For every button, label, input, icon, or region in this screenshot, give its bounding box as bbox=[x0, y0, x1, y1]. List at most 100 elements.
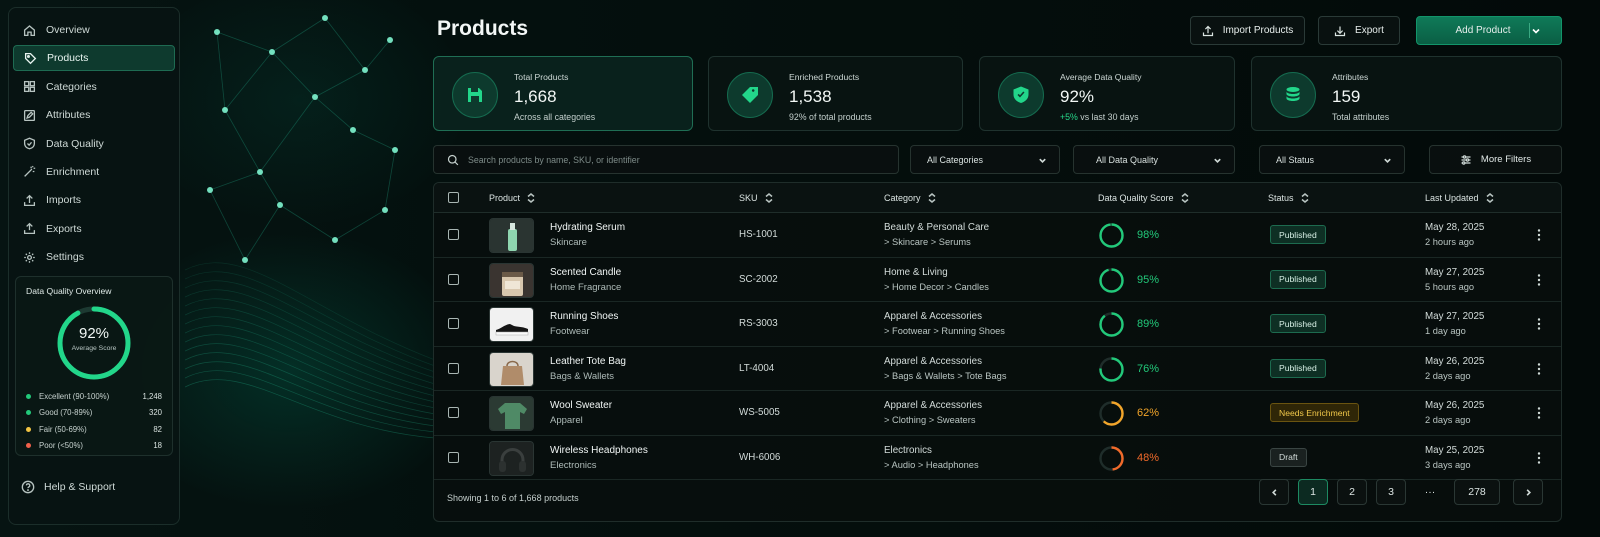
table-row[interactable]: Wool Sweater Apparel WS-5005 Apparel & Acce… bbox=[434, 391, 1561, 436]
network-wave bbox=[185, 316, 435, 397]
dq-score-ring: 92% Average Score bbox=[55, 304, 133, 382]
row-checkbox[interactable] bbox=[448, 362, 459, 374]
product-name[interactable]: Hydrating Serum bbox=[550, 222, 625, 233]
product-name[interactable]: Wireless Headphones bbox=[550, 445, 648, 456]
product-subcategory: Footwear bbox=[550, 326, 590, 337]
sidebar-item-imports[interactable]: Imports bbox=[13, 187, 175, 213]
row-checkbox[interactable] bbox=[448, 407, 459, 418]
more-vertical-icon[interactable] bbox=[1533, 227, 1545, 243]
network-wave bbox=[185, 379, 435, 439]
more-filters-button[interactable]: More Filters bbox=[1429, 145, 1562, 174]
column-header-status[interactable]: Status bbox=[1268, 193, 1309, 203]
quality-score-value: 95% bbox=[1137, 273, 1160, 286]
row-checkbox[interactable] bbox=[448, 451, 459, 463]
row-checkbox[interactable] bbox=[448, 318, 459, 329]
sidebar-item-settings[interactable]: Settings bbox=[13, 244, 175, 270]
network-node bbox=[387, 37, 393, 43]
stat-subtext: Across all categories bbox=[514, 112, 596, 122]
stat-value: 92% bbox=[1060, 87, 1095, 106]
more-vertical-icon[interactable] bbox=[1533, 450, 1545, 466]
status-select-value: All Status bbox=[1276, 154, 1315, 165]
network-node bbox=[277, 202, 283, 208]
column-header-last-updated[interactable]: Last Updated bbox=[1425, 193, 1494, 203]
product-name[interactable]: Wool Sweater bbox=[550, 400, 612, 411]
next-page-button[interactable] bbox=[1513, 479, 1543, 505]
stat-card-total-products[interactable]: Total Products 1,668 Across all categori… bbox=[433, 56, 693, 131]
sidebar-item-label: Enrichment bbox=[46, 165, 100, 178]
column-header-product[interactable]: Product bbox=[489, 193, 535, 203]
more-vertical-icon[interactable] bbox=[1533, 361, 1545, 377]
status-select[interactable]: All Status bbox=[1259, 145, 1405, 174]
prev-page-button[interactable] bbox=[1259, 479, 1289, 505]
dq-overview-title: Data Quality Overview bbox=[26, 286, 112, 296]
table-row[interactable]: Hydrating Serum Skincare HS-1001 Beauty & P… bbox=[434, 213, 1561, 258]
dq-score-label: Average Score bbox=[71, 345, 117, 352]
shield-check-icon bbox=[998, 72, 1044, 118]
stat-card-attributes[interactable]: Attributes 159 Total attributes bbox=[1251, 56, 1562, 131]
sidebar-item-label: Data Quality bbox=[46, 137, 104, 150]
import-products-button[interactable]: Import Products bbox=[1190, 16, 1305, 45]
quality-score-value: 48% bbox=[1137, 451, 1160, 464]
dq-row-count: 1,248 bbox=[142, 391, 162, 401]
status-badge: Draft bbox=[1270, 447, 1307, 467]
search-icon bbox=[447, 154, 459, 165]
category-select[interactable]: All Categories bbox=[910, 145, 1060, 174]
products-table: Product SKU Category Data Quality Score … bbox=[433, 182, 1562, 522]
product-name[interactable]: Scented Candle bbox=[550, 267, 621, 278]
add-product-button[interactable]: Add Product bbox=[1416, 16, 1562, 45]
product-category-path: > Bags & Wallets > Tote Bags bbox=[884, 370, 1007, 381]
sidebar-item-categories[interactable]: Categories bbox=[13, 74, 175, 100]
network-node bbox=[312, 94, 318, 100]
column-header-sku[interactable]: SKU bbox=[739, 193, 773, 203]
page-button-2[interactable]: 2 bbox=[1337, 479, 1367, 505]
table-row[interactable]: Leather Tote Bag Bags & Wallets LT-4004 App… bbox=[434, 347, 1561, 391]
dq-score-value: 92% bbox=[78, 325, 110, 342]
data-quality-select[interactable]: All Data Quality bbox=[1073, 145, 1235, 174]
export-button[interactable]: Export bbox=[1318, 16, 1400, 45]
page-button-3[interactable]: 3 bbox=[1376, 479, 1406, 505]
chevron-down-icon bbox=[1384, 158, 1391, 163]
help-support-link[interactable]: Help & Support bbox=[21, 480, 115, 494]
column-header-category[interactable]: Category bbox=[884, 193, 936, 203]
stat-card-enriched-products[interactable]: Enriched Products 1,538 92% of total pro… bbox=[708, 56, 963, 131]
product-name[interactable]: Leather Tote Bag bbox=[550, 356, 626, 367]
table-row[interactable]: Running Shoes Footwear RS-3003 Apparel & Ac… bbox=[434, 302, 1561, 347]
sidebar-item-attributes[interactable]: Attributes bbox=[13, 102, 175, 128]
chevron-down-icon[interactable] bbox=[1531, 26, 1541, 36]
upload-icon bbox=[23, 194, 36, 206]
row-checkbox[interactable] bbox=[448, 229, 459, 240]
sidebar-item-exports[interactable]: Exports bbox=[13, 216, 175, 242]
network-node bbox=[222, 107, 228, 113]
shield-check-icon bbox=[23, 137, 36, 150]
more-vertical-icon[interactable] bbox=[1533, 405, 1545, 421]
sidebar-item-enrichment[interactable]: Enrichment bbox=[13, 159, 175, 185]
quality-score-ring bbox=[1099, 312, 1124, 337]
network-link bbox=[334, 209, 386, 241]
page-button-1[interactable]: 1 bbox=[1298, 479, 1328, 505]
table-row[interactable]: Scented Candle Home Fragrance SC-2002 Home … bbox=[434, 258, 1561, 302]
product-name[interactable]: Running Shoes bbox=[550, 311, 618, 322]
dq-ring-graphic bbox=[57, 306, 131, 380]
sidebar-item-overview[interactable]: Overview bbox=[13, 17, 175, 43]
sidebar-item-products[interactable]: Products bbox=[13, 45, 175, 72]
product-category: Apparel & Accessories bbox=[884, 355, 983, 367]
product-thumbnail bbox=[489, 218, 534, 253]
sidebar-item-data-quality[interactable]: Data Quality bbox=[13, 131, 175, 157]
row-checkbox[interactable] bbox=[448, 273, 459, 285]
dq-row-label: Fair (50-69%) bbox=[39, 424, 87, 434]
table-row[interactable]: Wireless Headphones Electronics WH-6006 Ele… bbox=[434, 436, 1561, 480]
column-label: Status bbox=[1268, 193, 1294, 203]
wand-icon bbox=[24, 166, 36, 178]
search-input[interactable] bbox=[468, 154, 898, 165]
last-updated-date: May 26, 2025 bbox=[1425, 355, 1485, 367]
select-all-checkbox[interactable] bbox=[448, 192, 459, 203]
stat-card-average-data-quality[interactable]: Average Data Quality 92% +5% vs last 30 … bbox=[979, 56, 1235, 131]
candle-icon bbox=[490, 263, 533, 297]
product-sku: WS-5005 bbox=[739, 407, 780, 418]
more-vertical-icon[interactable] bbox=[1533, 316, 1545, 332]
column-label: Last Updated bbox=[1425, 193, 1479, 203]
page-button-last[interactable]: 278 bbox=[1454, 479, 1500, 505]
column-header-data-quality-score[interactable]: Data Quality Score bbox=[1098, 193, 1189, 203]
sidebar-item-label: Exports bbox=[46, 222, 82, 235]
more-vertical-icon[interactable] bbox=[1533, 272, 1545, 288]
